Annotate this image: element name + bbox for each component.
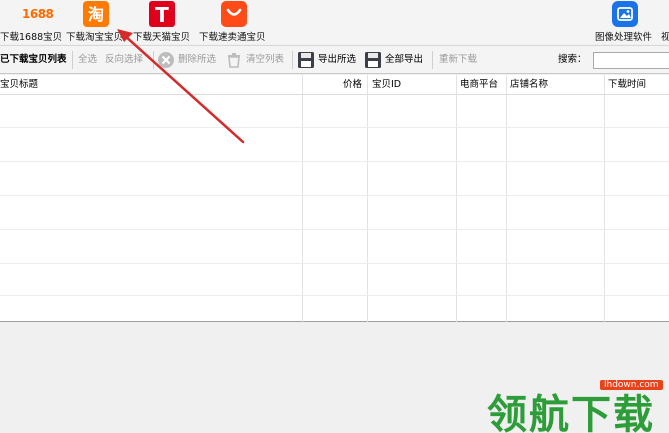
export-selected-label: 导出所选 <box>318 54 357 65</box>
separator <box>153 51 154 69</box>
column-header-shop-name[interactable]: 店铺名称 <box>510 75 548 95</box>
column-header-price[interactable]: 价格 <box>343 75 362 95</box>
aliexpress-cart-icon <box>221 1 247 27</box>
redownload-button[interactable]: 重新下载 <box>439 46 477 74</box>
column-header-download-time[interactable]: 下载时间 <box>608 75 646 95</box>
column-divider <box>302 75 303 322</box>
download-aliexpress-label: 下载速卖通宝贝 <box>199 32 266 43</box>
column-header-item-id[interactable]: 宝贝ID <box>372 75 401 95</box>
column-header-title[interactable]: 宝贝标题 <box>0 75 38 95</box>
image-processing-tool-button[interactable]: 图像处理软件 <box>592 0 658 44</box>
row-divider <box>0 229 669 230</box>
taobao-icon: 淘 <box>83 1 109 27</box>
column-divider <box>456 75 457 322</box>
separator <box>72 51 73 69</box>
separator <box>292 51 293 69</box>
invert-select-button[interactable]: 反向选择 <box>105 46 143 74</box>
row-divider <box>0 263 669 264</box>
taobao-icon-glyph: 淘 <box>88 5 104 24</box>
delete-icon <box>158 52 174 68</box>
column-divider <box>506 75 507 322</box>
1688-logo-icon: 1688 <box>12 1 54 27</box>
video-tool-button[interactable]: 视 <box>659 0 669 44</box>
column-divider <box>367 75 368 322</box>
delete-selected-label: 删除所选 <box>178 54 217 65</box>
clear-list-label: 清空列表 <box>246 54 285 65</box>
clear-list-button[interactable]: 清空列表 <box>225 46 289 74</box>
download-tmall-label: 下载天猫宝贝 <box>133 32 191 43</box>
search-input[interactable] <box>593 52 669 69</box>
row-divider <box>0 195 669 196</box>
select-all-button[interactable]: 全选 <box>78 46 97 74</box>
delete-selected-button[interactable]: 删除所选 <box>157 46 221 74</box>
separator <box>432 51 433 69</box>
save-all-icon <box>365 52 381 68</box>
search-label: 搜索： <box>558 54 587 65</box>
download-taobao-label: 下载淘宝宝贝 <box>66 32 124 43</box>
tmall-icon: T <box>149 1 175 27</box>
tmall-icon-glyph: T <box>155 3 169 27</box>
download-taobao-button[interactable]: 淘 下载淘宝宝贝 <box>64 0 128 44</box>
1688-logo-text: 1688 <box>22 7 54 21</box>
watermark-url: lhdown.com <box>600 380 663 390</box>
row-divider <box>0 161 669 162</box>
save-disk-icon <box>298 52 314 68</box>
download-aliexpress-button[interactable]: 下载速卖通宝贝 <box>196 0 272 44</box>
video-tool-label: 视 <box>661 32 669 43</box>
download-1688-button[interactable]: 1688 下载1688宝贝 <box>0 0 62 44</box>
export-all-label: 全部导出 <box>385 54 424 65</box>
download-1688-label: 下载1688宝贝 <box>0 32 63 43</box>
export-all-button[interactable]: 全部导出 <box>364 46 428 74</box>
list-action-bar: 已下载宝贝列表 全选 反向选择 删除所选 清空列表 导出所选 全部导出 重新下载… <box>0 45 669 74</box>
column-header-platform[interactable]: 电商平台 <box>460 75 498 95</box>
image-tool-icon <box>612 1 638 27</box>
downloaded-items-table[interactable]: 宝贝标题 价格 宝贝ID 电商平台 店铺名称 下载时间 <box>0 75 669 322</box>
download-tmall-button[interactable]: T 下载天猫宝贝 <box>131 0 193 44</box>
row-divider <box>0 127 669 128</box>
row-divider <box>0 295 669 296</box>
top-toolbar: 1688 下载1688宝贝 淘 下载淘宝宝贝 T 下载天猫宝贝 下载速卖通宝贝 <box>0 0 669 44</box>
column-divider <box>604 75 605 322</box>
image-tool-label: 图像处理软件 <box>595 32 653 43</box>
trash-icon <box>228 53 240 68</box>
watermark-logo: 领航下载 lhdown.com <box>478 376 669 433</box>
table-header: 宝贝标题 价格 宝贝ID 电商平台 店铺名称 下载时间 <box>0 75 669 95</box>
export-selected-button[interactable]: 导出所选 <box>297 46 359 74</box>
downloaded-list-title: 已下载宝贝列表 <box>0 54 67 65</box>
